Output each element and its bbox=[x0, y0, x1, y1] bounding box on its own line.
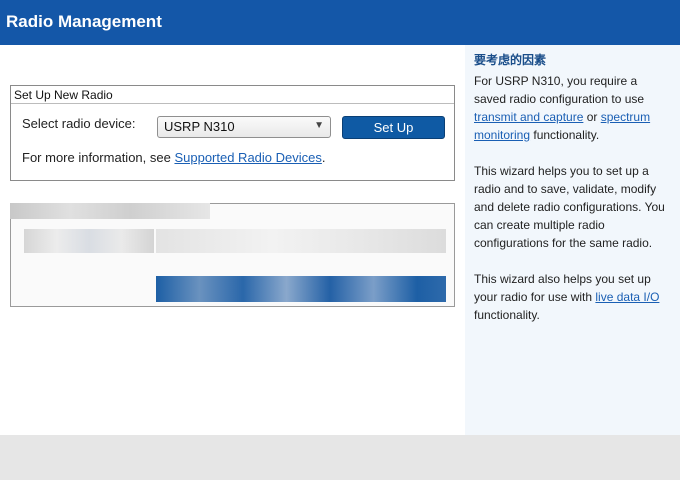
title-bar: Radio Management bbox=[0, 0, 680, 45]
setup-radio-panel: Set Up New Radio Select radio device: US… bbox=[10, 85, 455, 181]
sidebar-p1-end: functionality. bbox=[530, 128, 600, 142]
info-prefix: For more information, see bbox=[22, 150, 175, 165]
sidebar-title: 要考虑的因素 bbox=[474, 53, 547, 67]
sidebar-paragraph-2: This wizard helps you to set up a radio … bbox=[474, 164, 665, 250]
sidebar-paragraph-1: For USRP N310, you require a saved radio… bbox=[474, 72, 672, 144]
app-title: Radio Management bbox=[6, 12, 162, 31]
setup-button[interactable]: Set Up bbox=[342, 116, 445, 139]
main-area: Set Up New Radio Select radio device: US… bbox=[0, 45, 465, 435]
radio-device-dropdown[interactable]: USRP N310 ▼ bbox=[157, 116, 331, 138]
panel-title: Set Up New Radio bbox=[11, 86, 454, 104]
radio-device-value: USRP N310 bbox=[164, 119, 235, 134]
footer-bar bbox=[0, 435, 680, 480]
redacted-row bbox=[24, 229, 154, 253]
supported-devices-link[interactable]: Supported Radio Devices bbox=[174, 150, 321, 165]
sidebar-p1-or: or bbox=[583, 110, 601, 124]
sidebar-panel: 要考虑的因素 For USRP N310, you require a save… bbox=[465, 45, 680, 435]
transmit-capture-link[interactable]: transmit and capture bbox=[474, 110, 583, 124]
device-label: Select radio device: bbox=[22, 116, 136, 131]
redacted-row bbox=[10, 203, 210, 219]
chevron-down-icon: ▼ bbox=[314, 120, 324, 131]
sidebar-p3-end: functionality. bbox=[474, 308, 540, 322]
info-text: For more information, see Supported Radi… bbox=[22, 150, 326, 165]
live-data-io-link[interactable]: live data I/O bbox=[595, 290, 659, 304]
redacted-region bbox=[10, 203, 455, 310]
sidebar-p1-text: For USRP N310, you require a saved radio… bbox=[474, 74, 645, 106]
info-suffix: . bbox=[321, 150, 326, 165]
redacted-row bbox=[156, 229, 446, 253]
redacted-row bbox=[156, 276, 446, 302]
sidebar-paragraph-3: This wizard also helps you set up your r… bbox=[474, 270, 672, 324]
